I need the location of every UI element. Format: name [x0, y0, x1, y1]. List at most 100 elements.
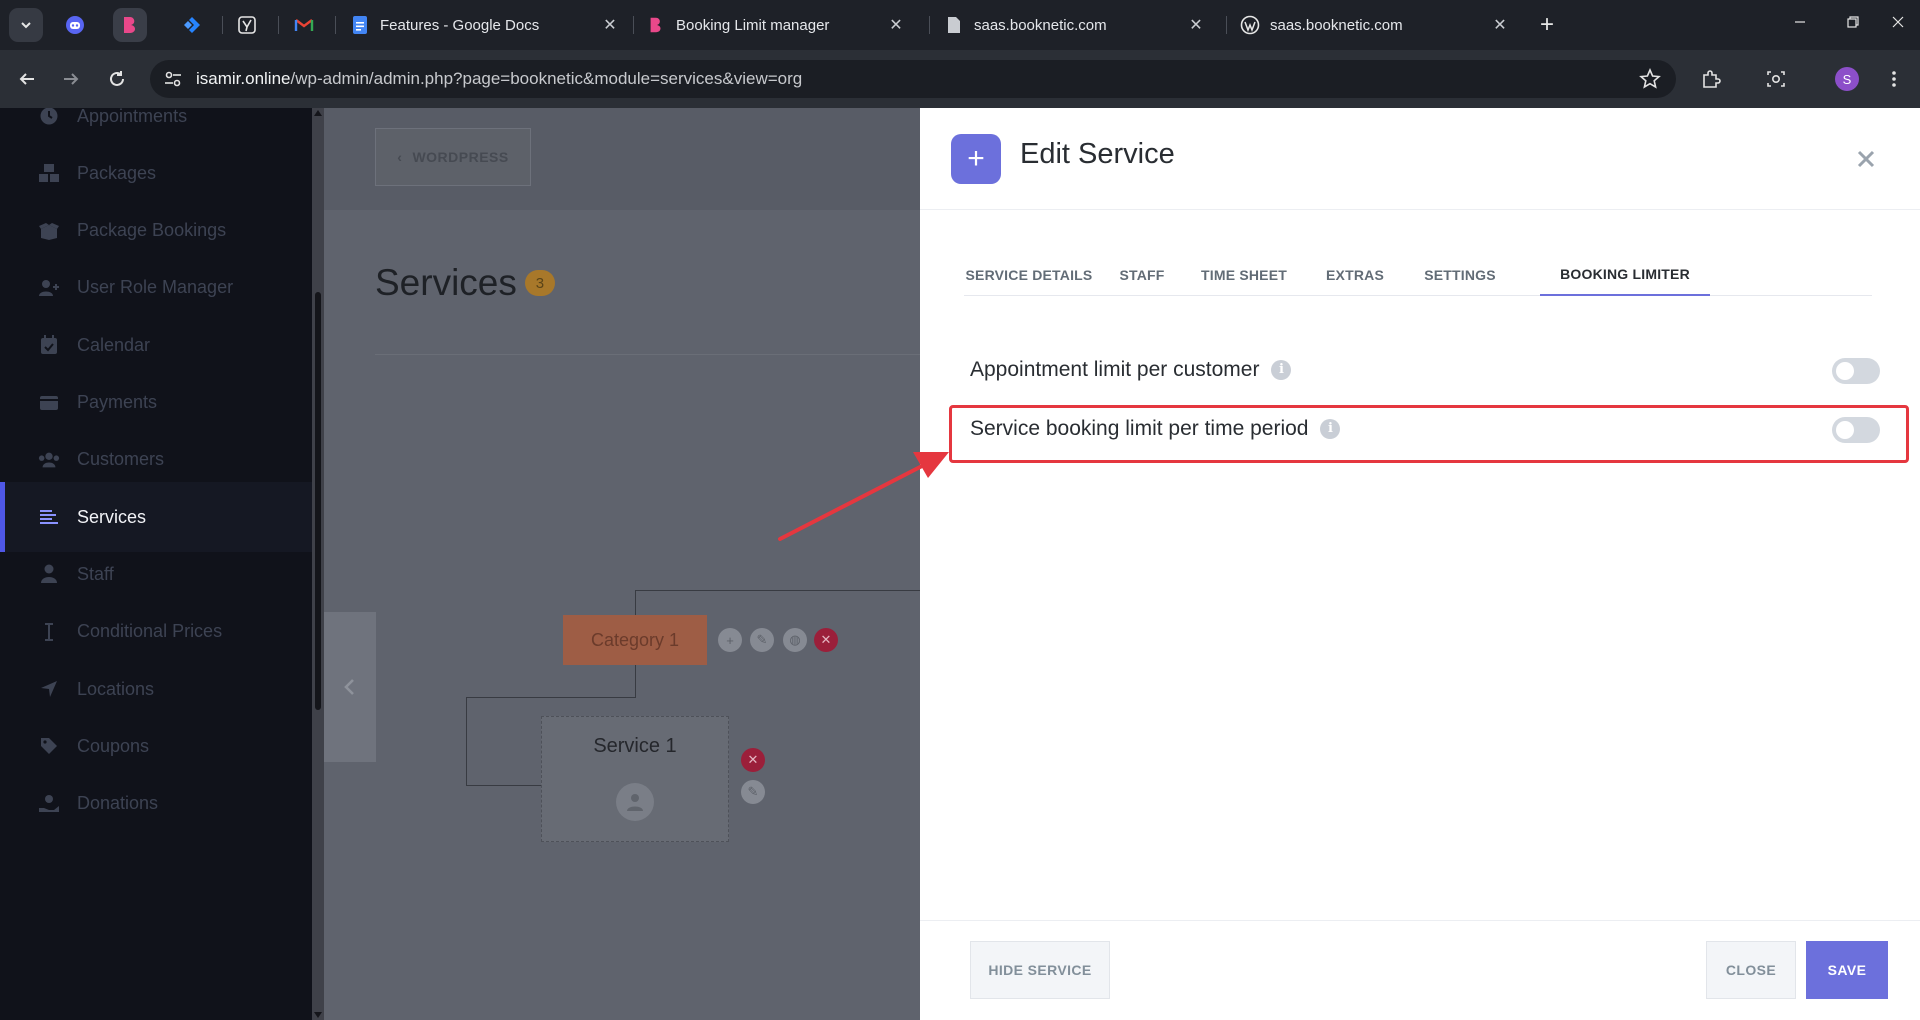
reload-icon	[110, 71, 124, 86]
close-icon[interactable]: ✕	[1490, 15, 1510, 35]
sidebar-item-label: Calendar	[77, 334, 151, 355]
sidebar-item-donations[interactable]: Donations	[0, 769, 312, 839]
divider	[375, 354, 920, 355]
location-arrow-icon	[38, 678, 60, 700]
url-path: /wp-admin/admin.php?page=booknetic&modul…	[290, 69, 803, 88]
restore-icon	[1847, 15, 1859, 33]
wallet-icon	[38, 392, 60, 414]
arrow-left-icon	[19, 73, 34, 85]
window-close-button[interactable]	[1878, 6, 1918, 42]
panel-footer: HIDE SERVICE CLOSE SAVE	[920, 920, 1920, 1020]
page-title-text: Services	[375, 262, 517, 303]
new-tab-button[interactable]: +	[1532, 10, 1562, 40]
tab-extras[interactable]: EXTRAS	[1314, 254, 1396, 296]
sidebar-item-label: Appointments	[77, 108, 188, 126]
scroll-up-icon[interactable]	[314, 110, 322, 116]
sidebar-item-label: Locations	[77, 678, 155, 699]
site-info-icon[interactable]	[158, 64, 188, 94]
close-icon[interactable]: ✕	[1186, 15, 1206, 35]
category-node[interactable]: Category 1	[563, 615, 707, 665]
edit-icon[interactable]: ✎	[741, 780, 765, 804]
org-connector	[466, 697, 636, 698]
close-icon[interactable]: ✕	[600, 15, 620, 35]
tab-staff[interactable]: STAFF	[1110, 254, 1174, 296]
edit-icon[interactable]: ✎	[750, 628, 774, 652]
users-icon	[38, 449, 60, 471]
bookmark-star-icon[interactable]	[1638, 67, 1662, 91]
hide-service-button[interactable]: HIDE SERVICE	[970, 941, 1110, 999]
browser-tab[interactable]: saas.booknetic.com ✕	[1230, 7, 1520, 43]
pinned-tab-booknetic[interactable]	[113, 8, 147, 42]
delete-icon[interactable]: ✕	[741, 748, 765, 772]
wordpress-back-button[interactable]: ‹ WORDPRESS	[375, 128, 531, 186]
sidebar-item-label: Services	[77, 506, 147, 527]
puzzle-icon	[1703, 70, 1721, 88]
browser-menu-button[interactable]	[1879, 64, 1909, 94]
minimize-button[interactable]	[1780, 6, 1820, 42]
pinned-tab-discord[interactable]	[58, 8, 92, 42]
org-connector	[466, 785, 541, 786]
browser-toolbar: isamir.online/wp-admin/admin.php?page=bo…	[0, 50, 1920, 108]
address-bar[interactable]: isamir.online/wp-admin/admin.php?page=bo…	[150, 60, 1676, 98]
tab-time-sheet[interactable]: TIME SHEET	[1190, 254, 1298, 296]
service-node[interactable]: Service 1	[541, 716, 729, 842]
tab-settings[interactable]: SETTINGS	[1412, 254, 1508, 296]
setting-label-text: Appointment limit per customer	[970, 358, 1260, 381]
info-icon[interactable]: i	[1271, 360, 1292, 380]
close-icon[interactable]: ✕	[886, 15, 906, 35]
setting-row-appointment-limit: Appointment limit per customer i	[970, 350, 1880, 390]
screenshot-button[interactable]	[1761, 64, 1791, 94]
more-vertical-icon	[1892, 71, 1896, 87]
reload-button[interactable]	[102, 64, 132, 94]
tab-search-button[interactable]	[9, 8, 43, 42]
gmail-icon	[294, 19, 314, 31]
setting-label: Appointment limit per customer i	[970, 350, 1292, 390]
hand-holding-icon	[38, 793, 60, 815]
close-icon	[1892, 15, 1904, 33]
back-button[interactable]	[12, 64, 42, 94]
extensions-button[interactable]	[1696, 64, 1726, 94]
boxes-icon	[38, 162, 60, 184]
save-button[interactable]: SAVE	[1806, 941, 1888, 999]
wordpress-icon	[1240, 15, 1260, 35]
wordpress-label: WORDPRESS	[412, 149, 509, 165]
pinned-tab-yoast[interactable]	[230, 8, 264, 42]
tab-title: Features - Google Docs	[380, 16, 540, 34]
chevron-down-icon	[21, 22, 31, 29]
pinned-tab-jira[interactable]	[175, 8, 209, 42]
close-button[interactable]: CLOSE	[1706, 941, 1796, 999]
url-text: isamir.online/wp-admin/admin.php?page=bo…	[196, 69, 802, 89]
user-icon	[38, 563, 60, 585]
sidebar-scrollbar[interactable]	[312, 108, 324, 1020]
forward-button[interactable]	[56, 64, 86, 94]
add-icon[interactable]: +	[718, 628, 742, 652]
camera-icon	[1767, 71, 1785, 87]
profile-button[interactable]: S	[1832, 64, 1862, 94]
pinned-tab-gmail[interactable]	[287, 8, 321, 42]
annotation-highlight	[949, 405, 1909, 463]
delete-icon[interactable]: ✕	[814, 628, 838, 652]
clock-icon	[38, 108, 60, 127]
org-connector	[635, 590, 636, 615]
browser-tab[interactable]: saas.booknetic.com ✕	[934, 7, 1216, 43]
discord-icon	[66, 16, 84, 34]
browser-tab[interactable]: Features - Google Docs ✕	[340, 7, 630, 43]
calendar-icon	[38, 334, 60, 356]
tab-booking-limiter[interactable]: BOOKING LIMITER	[1540, 254, 1710, 296]
sidebar-item-label: Coupons	[77, 735, 150, 756]
close-icon[interactable]	[1853, 146, 1879, 172]
org-connector	[635, 665, 636, 697]
tab-service-details[interactable]: SERVICE DETAILS	[964, 254, 1094, 296]
scroll-down-icon[interactable]	[314, 1012, 322, 1018]
org-connector	[466, 697, 467, 785]
globe-icon[interactable]: ◍	[783, 628, 807, 652]
browser-tab[interactable]: Booking Limit manager ✕	[636, 7, 916, 43]
page-title: Services 3	[375, 262, 555, 304]
scrollbar-thumb[interactable]	[315, 292, 321, 710]
sidebar-item-label: Payments	[77, 392, 158, 412]
appointment-limit-toggle[interactable]	[1832, 358, 1880, 384]
browser-tab-strip: Features - Google Docs ✕ Booking Limit m…	[0, 0, 1920, 50]
collapse-panel-button[interactable]	[324, 612, 376, 762]
restore-button[interactable]	[1833, 6, 1873, 42]
org-connector	[635, 590, 920, 591]
